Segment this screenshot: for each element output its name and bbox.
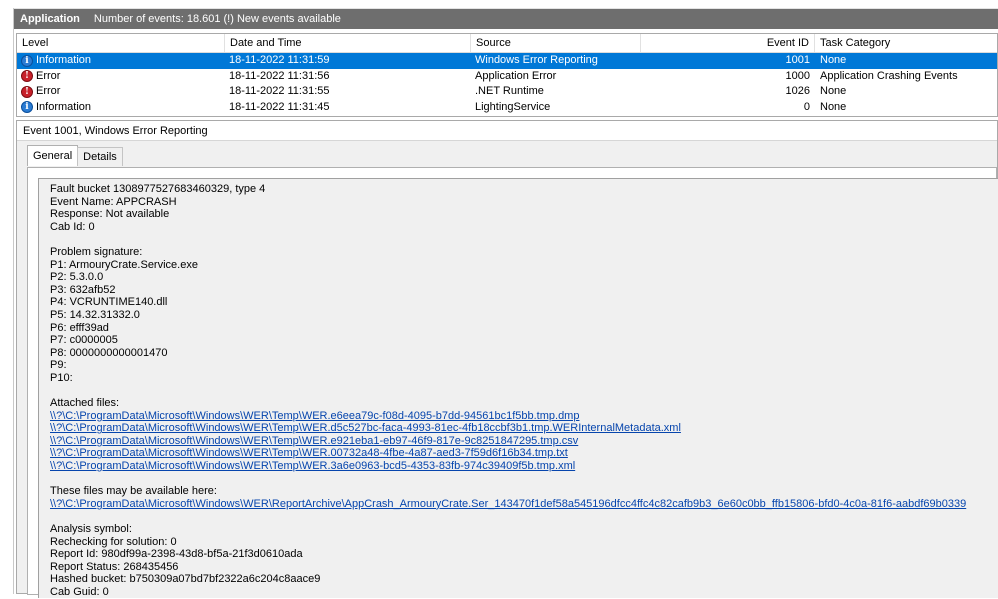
report-archive-link[interactable]: \\?\C:\ProgramData\Microsoft\Windows\WER… bbox=[50, 498, 998, 511]
description-line: P3: 632afb52 bbox=[50, 283, 116, 296]
navigation-pane[interactable] bbox=[0, 8, 14, 594]
cell-date: 18-11-2022 11:31:56 bbox=[229, 69, 330, 82]
cell-date: 18-11-2022 11:31:45 bbox=[229, 100, 330, 113]
error-icon: ! bbox=[21, 70, 33, 82]
information-icon: i bbox=[21, 54, 33, 67]
description-line: P2: 5.3.0.0 bbox=[50, 271, 104, 284]
level-text: Error bbox=[36, 85, 61, 97]
description-line: Report Id: 980df99a-2398-43d8-bf5a-21f3d… bbox=[50, 548, 303, 561]
event-description-text[interactable]: Fault bucket 1308977527683460329, type 4… bbox=[38, 178, 998, 598]
cell-event-id: 0 bbox=[803, 100, 810, 113]
event-row[interactable]: i Information 18-11-2022 11:31:45 LightingS… bbox=[17, 100, 997, 116]
attached-file-link[interactable]: \\?\C:\ProgramData\Microsoft\Windows\WER… bbox=[50, 460, 998, 473]
cell-level: i Information bbox=[21, 53, 226, 68]
log-header: Application Number of events: 18.601 (!)… bbox=[14, 9, 998, 29]
description-line: Report Status: 268435456 bbox=[50, 560, 179, 573]
description-line: Cab Guid: 0 bbox=[50, 586, 109, 598]
cell-source: Application Error bbox=[475, 69, 557, 82]
cell-task-category: Application Crashing Events bbox=[820, 69, 958, 82]
description-line: P9: bbox=[50, 359, 67, 372]
event-details-pane: Event 1001, Windows Error Reporting Gene… bbox=[16, 120, 998, 598]
cell-level: i Information bbox=[21, 100, 226, 115]
cell-event-id: 1000 bbox=[785, 69, 810, 82]
cell-task-category: None bbox=[820, 85, 847, 97]
description-line: P6: efff39ad bbox=[50, 321, 109, 334]
description-line: P8: 0000000000001470 bbox=[50, 346, 168, 359]
cell-level: ! Error bbox=[21, 69, 226, 84]
description-line: P1: ArmouryCrate.Service.exe bbox=[50, 258, 198, 271]
level-text: Information bbox=[36, 100, 92, 113]
event-title: Event 1001, Windows Error Reporting bbox=[17, 121, 997, 141]
cell-source: Windows Error Reporting bbox=[475, 54, 598, 66]
column-event-id[interactable]: Event ID bbox=[641, 34, 815, 52]
available-label: These files may be available here: bbox=[50, 485, 217, 498]
events-grid[interactable]: Level Date and Time Source Event ID Task… bbox=[16, 33, 998, 117]
cell-date: 18-11-2022 11:31:55 bbox=[229, 85, 330, 97]
cell-source: .NET Runtime bbox=[475, 85, 544, 97]
information-icon: i bbox=[21, 101, 33, 113]
description-line: Attached files: bbox=[50, 397, 120, 410]
event-row[interactable]: i Information 18-11-2022 11:31:59 Windows E… bbox=[17, 53, 997, 69]
description-line: P7: c0000005 bbox=[50, 334, 118, 347]
description-line: Rechecking for solution: 0 bbox=[50, 535, 177, 548]
description-line: P4: VCRUNTIME140.dll bbox=[50, 296, 168, 309]
cell-task-category: None bbox=[820, 54, 847, 66]
cell-level: ! Error bbox=[21, 84, 226, 99]
attached-file-link[interactable]: \\?\C:\ProgramData\Microsoft\Windows\WER… bbox=[50, 435, 998, 448]
grid-header: Level Date and Time Source Event ID Task… bbox=[17, 34, 997, 53]
description-line: Hashed bucket: b750309a07bd7bf2322a6c204… bbox=[50, 573, 321, 586]
description-line: Fault bucket 1308977527683460329, type 4 bbox=[50, 183, 266, 195]
cell-date: 18-11-2022 11:31:59 bbox=[229, 54, 330, 66]
cell-task-category: None bbox=[820, 100, 847, 113]
detail-tabs: General Details bbox=[27, 145, 123, 167]
attached-file-link[interactable]: \\?\C:\ProgramData\Microsoft\Windows\WER… bbox=[50, 410, 998, 423]
description-line: P5: 14.32.31332.0 bbox=[50, 308, 140, 321]
description-line bbox=[50, 385, 998, 398]
event-row[interactable]: ! Error 18-11-2022 11:31:55 .NET Runtime 102… bbox=[17, 84, 997, 100]
tab-details[interactable]: Details bbox=[77, 147, 123, 166]
description-line bbox=[50, 233, 998, 246]
description-line: Problem signature: bbox=[50, 245, 143, 258]
level-text: Error bbox=[36, 69, 61, 82]
column-source[interactable]: Source bbox=[471, 34, 641, 52]
column-level[interactable]: Level bbox=[17, 34, 225, 52]
cell-event-id: 1026 bbox=[785, 85, 810, 97]
attached-file-link[interactable]: \\?\C:\ProgramData\Microsoft\Windows\WER… bbox=[50, 447, 998, 460]
level-text: Information bbox=[36, 54, 92, 66]
description-line: Analysis symbol: bbox=[50, 523, 132, 536]
description-line: Cab Id: 0 bbox=[50, 220, 95, 233]
log-title: Application bbox=[20, 13, 80, 25]
column-task-category[interactable]: Task Category bbox=[815, 34, 997, 52]
cell-event-id: 1001 bbox=[785, 54, 810, 66]
column-date[interactable]: Date and Time bbox=[225, 34, 471, 52]
general-tab-panel: Fault bucket 1308977527683460329, type 4… bbox=[27, 167, 998, 598]
cell-source: LightingService bbox=[475, 100, 551, 113]
description-line: Event Name: APPCRASH bbox=[50, 195, 177, 208]
attached-file-link[interactable]: \\?\C:\ProgramData\Microsoft\Windows\WER… bbox=[50, 422, 998, 435]
event-count-info: Number of events: 18.601 (!) New events … bbox=[93, 13, 341, 25]
tab-general[interactable]: General bbox=[27, 145, 79, 166]
description-line: Response: Not available bbox=[50, 208, 170, 221]
top-toolbar-strip bbox=[0, 0, 998, 9]
event-row[interactable]: ! Error 18-11-2022 11:31:56 Application Err… bbox=[17, 69, 997, 85]
error-icon: ! bbox=[21, 85, 33, 98]
description-line: P10: bbox=[50, 371, 73, 384]
